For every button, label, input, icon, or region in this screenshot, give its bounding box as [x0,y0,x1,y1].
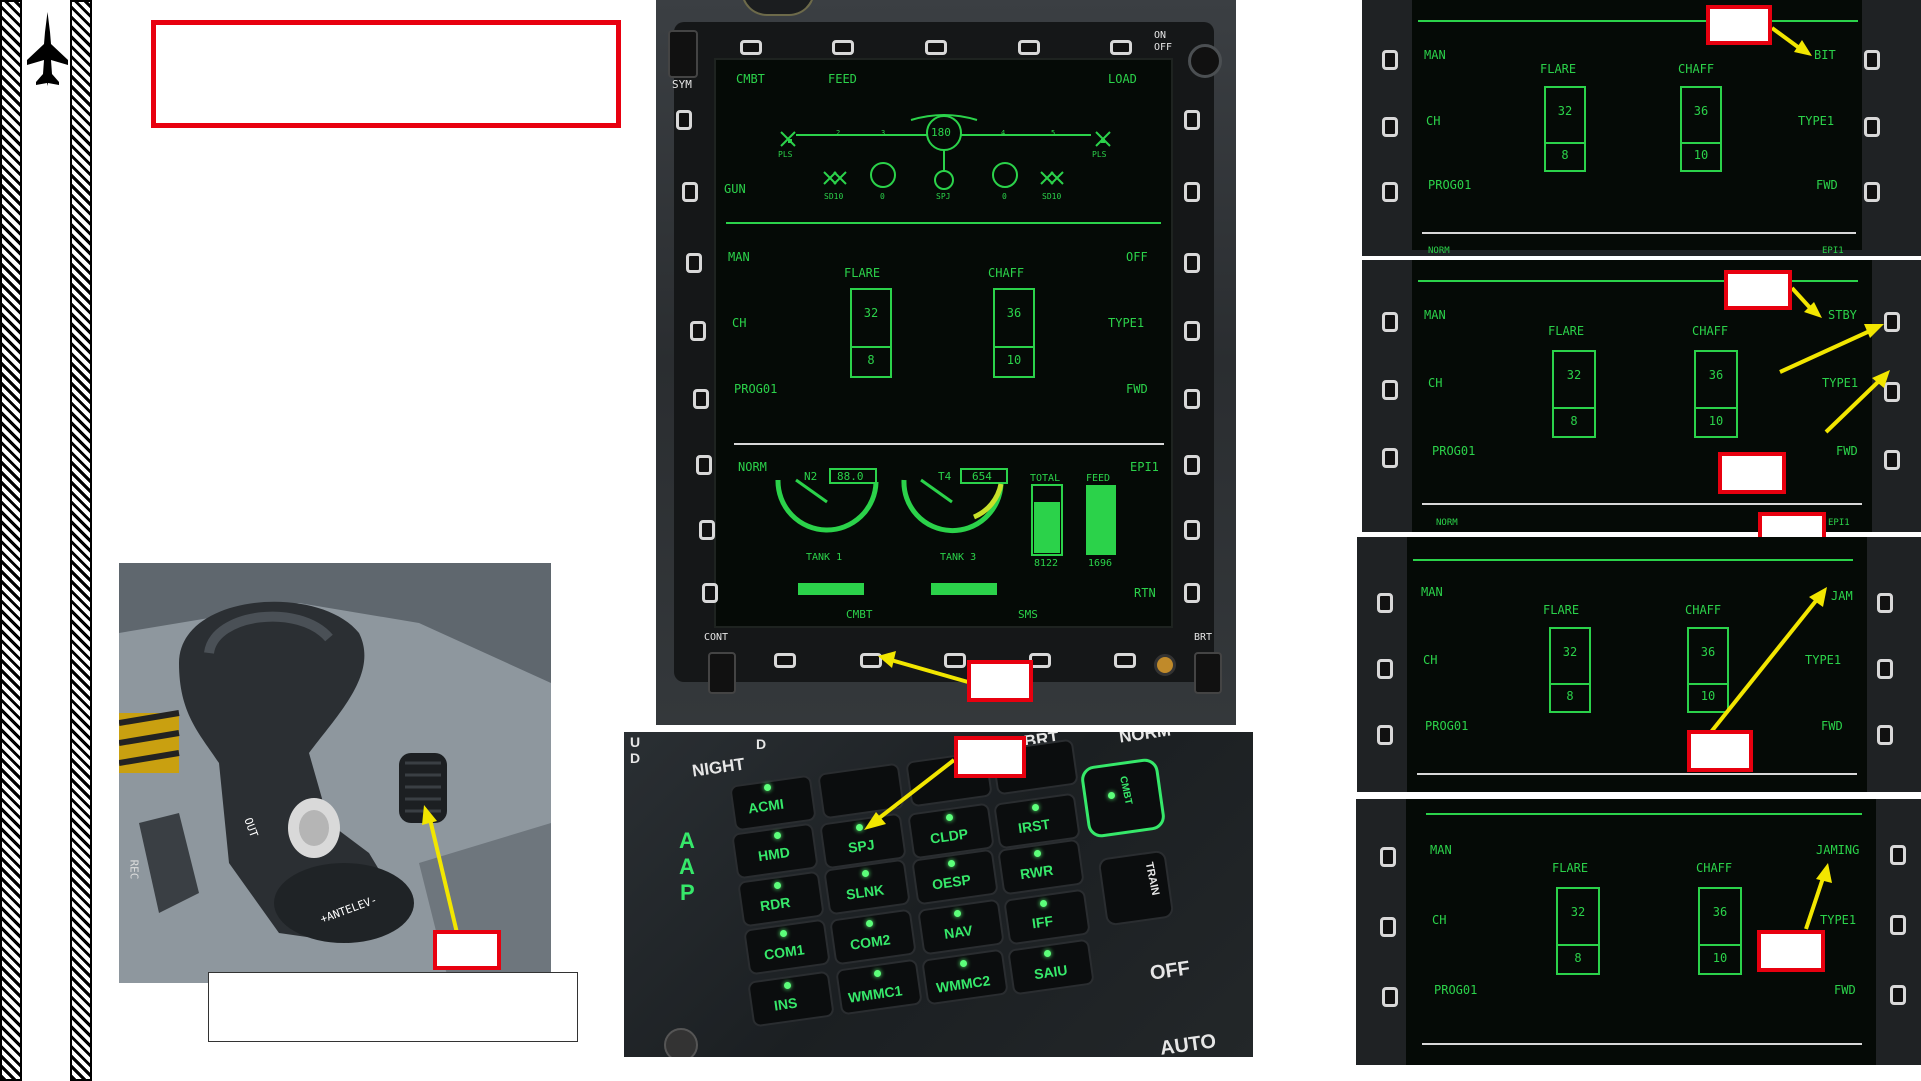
type1-label: TYPE1 [1108,316,1145,330]
left-hatch-border [0,0,22,1081]
crop3-callout-box [1687,730,1753,772]
tank1-label: TANK 1 [806,552,843,563]
ch-label: CH [732,316,747,330]
sd10-right: SD10 [1042,192,1062,201]
top-label-load: LOAD [1108,72,1137,86]
zero-left: 0 [880,192,885,201]
feed-value: 1696 [1088,558,1113,569]
feed-label: FEED [1086,473,1111,484]
osb-right-8[interactable] [1184,583,1200,603]
prog-label: PROG01 [734,382,778,396]
sym-label: SYM [672,78,692,91]
station-center-number: 180 [931,126,951,139]
flare-bottom-value: 8 [867,353,875,367]
total-label: TOTAL [1030,473,1061,484]
left-pls: PLS [778,150,793,159]
mfd-top-knob [741,0,815,16]
osb-left-7[interactable] [699,520,715,540]
sd10-left: SD10 [824,192,844,201]
crop4-arrow [1804,863,1832,930]
right-hatch-border [70,0,92,1081]
flare-label: FLARE [844,266,881,280]
chaff-label: CHAFF [988,266,1025,280]
station-num-3: 3 [881,129,886,137]
station-num-2: 2 [836,129,841,137]
osb-right-1[interactable] [1184,110,1200,130]
zero-right: 0 [1002,192,1007,201]
off-label: OFF [1126,250,1148,264]
brt-label: BRT [1194,632,1213,643]
osb-right-7[interactable] [1184,520,1200,540]
gun-label: GUN [724,182,746,196]
flare-top-value: 32 [863,306,879,320]
osb-top-4[interactable] [1018,40,1040,55]
upper-divider [726,222,1161,224]
crop2-callout-box-2 [1718,452,1786,494]
spj-callout-box [954,736,1026,778]
osb-left-3[interactable] [686,253,702,273]
man-label: MAN [728,250,750,264]
top-label-feed: FEED [828,72,857,86]
total-value: 8122 [1034,558,1059,569]
right-pls: PLS [1092,150,1107,159]
sym-rocker[interactable] [668,30,698,78]
crop4-callout-box [1757,930,1825,972]
throttle-caption-box [208,972,578,1042]
onoff-label: ON OFF [1154,30,1173,53]
osb-top-1[interactable] [740,40,762,55]
osb-left-5[interactable] [693,389,709,409]
osb-top-2[interactable] [832,40,854,55]
osb-right-3[interactable] [1184,253,1200,273]
crop3-arrow [1705,587,1827,739]
station-num-5: 5 [1051,129,1056,137]
osb-right-2[interactable] [1184,182,1200,202]
osb-left-6[interactable] [696,455,712,475]
flare-divider [852,346,890,348]
mfd-screen: CMBT FEED LOAD 180 PLS PLS SD10 SD10 SPJ… [714,58,1173,628]
osb-top-3[interactable] [925,40,947,55]
throttle-arrow [422,805,459,934]
onoff-knob[interactable] [1188,44,1222,78]
osb-bottom-5[interactable] [1114,653,1136,668]
osb-right-4[interactable] [1184,321,1200,341]
title-callout-box [151,20,621,128]
chaff-bottom-value: 10 [1006,353,1022,367]
osb-left-1[interactable] [676,110,692,130]
crop1-arrow [1770,26,1812,56]
throttle-callout-box [433,930,501,970]
cmbt-osb-callout-box [967,660,1033,702]
brt-rocker[interactable] [1194,652,1222,694]
station-num-4: 4 [1001,129,1006,137]
chaff-counter: 36 10 [993,288,1035,378]
crop1-callout-box [1706,5,1772,45]
chaff-divider [995,346,1033,348]
osb-left-2[interactable] [682,182,698,202]
tank3-label: TANK 3 [940,552,977,563]
rtn-label: RTN [1134,586,1156,600]
osb-right-5[interactable] [1184,389,1200,409]
brightness-knob[interactable] [1154,654,1176,676]
fwd-label: FWD [1126,382,1148,396]
osb-top-5[interactable] [1110,40,1132,55]
crop2-arrows [1779,286,1890,434]
flare-counter: 32 8 [850,288,892,378]
chaff-top-value: 36 [1006,306,1022,320]
top-label-cmbt: CMBT [736,72,765,86]
osb-right-6[interactable] [1184,455,1200,475]
crop2-callout-box-1 [1724,270,1792,310]
jet-silhouette-icon [25,10,70,90]
osb-left-4[interactable] [690,321,706,341]
spj-arrow [864,758,956,830]
spj-station: SPJ [936,192,951,201]
